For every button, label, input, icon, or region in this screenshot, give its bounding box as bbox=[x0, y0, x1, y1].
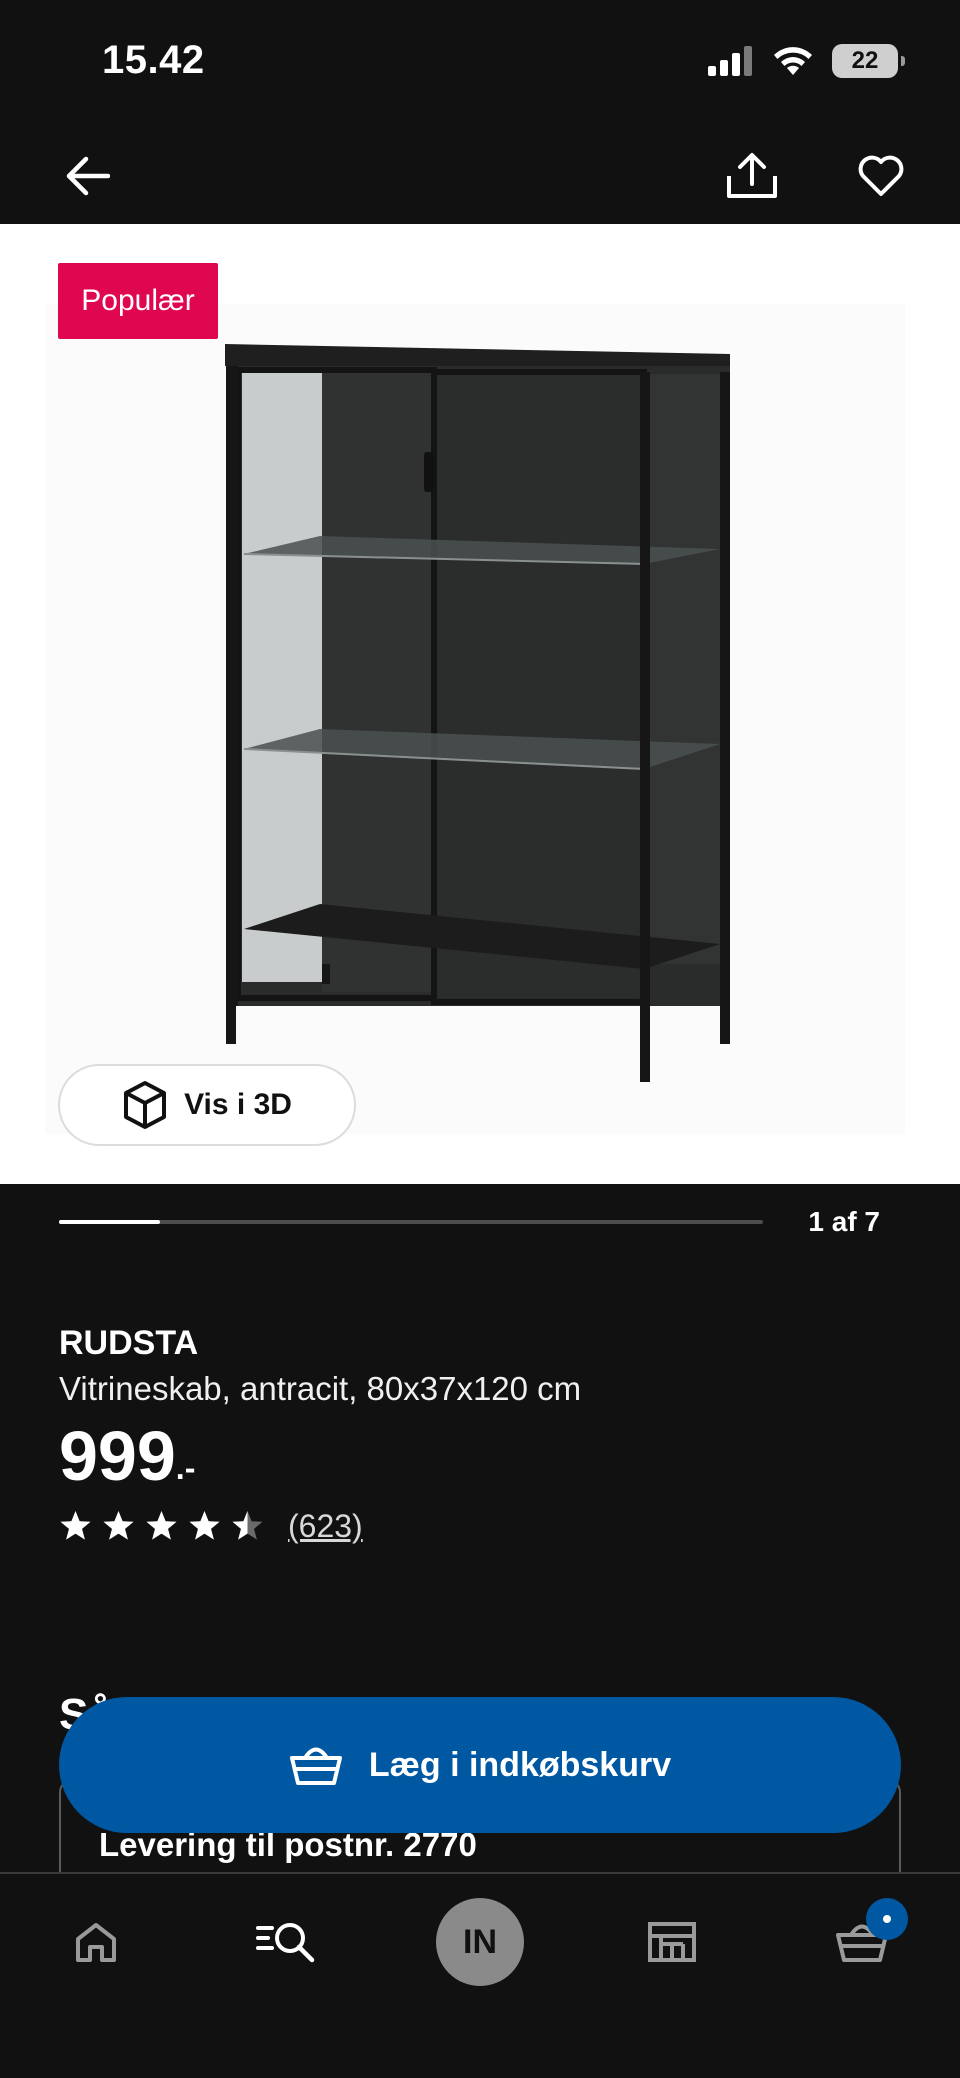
back-button[interactable] bbox=[52, 140, 124, 212]
product-gallery[interactable]: Populær Vis i 3D bbox=[0, 224, 960, 1184]
store-icon bbox=[648, 1922, 696, 1962]
star-icon bbox=[146, 1511, 177, 1540]
product-rating[interactable]: (623) bbox=[59, 1508, 363, 1545]
avatar-initials: IN bbox=[463, 1922, 497, 1961]
favorite-button[interactable] bbox=[845, 140, 917, 212]
basket-icon bbox=[289, 1747, 342, 1785]
tab-home[interactable] bbox=[46, 1892, 146, 1992]
view-3d-button[interactable]: Vis i 3D bbox=[58, 1064, 356, 1146]
product-price: 999 .- bbox=[59, 1416, 195, 1496]
status-bar: 15.42 22 bbox=[0, 0, 960, 130]
add-to-cart-button[interactable]: Læg i indkøbskurv bbox=[59, 1697, 901, 1833]
add-to-cart-label: Læg i indkøbskurv bbox=[368, 1745, 672, 1784]
tab-cart[interactable] bbox=[812, 1892, 912, 1992]
star-icon bbox=[60, 1511, 91, 1540]
price-value: 999 bbox=[59, 1417, 176, 1495]
review-count-link[interactable]: (623) bbox=[288, 1508, 363, 1545]
rating-stars bbox=[59, 1510, 264, 1543]
bottom-tab-bar: IN bbox=[0, 1872, 960, 2078]
product-image bbox=[45, 304, 905, 1134]
tab-store[interactable] bbox=[622, 1892, 722, 1992]
cellular-signal-icon bbox=[708, 46, 752, 76]
cube-icon bbox=[124, 1081, 167, 1129]
view-3d-label: Vis i 3D bbox=[184, 1088, 292, 1121]
star-icon bbox=[189, 1511, 220, 1540]
popular-badge: Populær bbox=[58, 263, 218, 339]
share-icon bbox=[727, 153, 777, 198]
gallery-progress-bar bbox=[59, 1220, 763, 1224]
back-arrow-icon bbox=[66, 156, 110, 196]
status-icons: 22 bbox=[708, 44, 905, 78]
gallery-progress-fill bbox=[59, 1220, 160, 1224]
cart-notification-badge bbox=[866, 1898, 908, 1940]
heart-icon bbox=[858, 155, 904, 196]
gallery-page-label: 1 af 7 bbox=[808, 1206, 880, 1237]
star-icon bbox=[232, 1511, 263, 1540]
tab-profile[interactable]: IN bbox=[430, 1892, 530, 1992]
status-time: 15.42 bbox=[102, 38, 205, 82]
product-description: Vitrineskab, antracit, 80x37x120 cm bbox=[59, 1370, 582, 1407]
price-suffix: .- bbox=[175, 1450, 196, 1486]
product-name: RUDSTA bbox=[59, 1324, 199, 1362]
battery-icon: 22 bbox=[832, 44, 905, 78]
wifi-icon bbox=[774, 47, 812, 75]
star-icon bbox=[103, 1511, 134, 1540]
search-icon bbox=[256, 1923, 315, 1963]
tab-search[interactable] bbox=[236, 1892, 336, 1992]
top-nav bbox=[0, 130, 960, 224]
share-button[interactable] bbox=[716, 140, 788, 212]
home-icon bbox=[76, 1923, 116, 1962]
avatar: IN bbox=[436, 1898, 524, 1986]
